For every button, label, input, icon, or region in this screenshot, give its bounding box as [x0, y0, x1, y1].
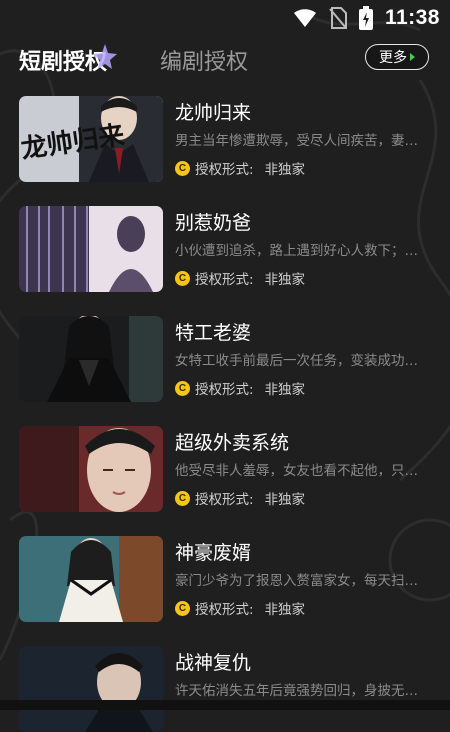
thumbnail-image [19, 646, 163, 732]
license-value: 非独家 [264, 272, 306, 288]
item-title: 特工老婆 [175, 322, 252, 344]
coin-icon: C [175, 160, 190, 176]
license-info: C 授权形式: 非独家 [175, 599, 306, 618]
item-description: 豪门少爷为了报恩入赘富家女，每天扫… [175, 573, 418, 589]
tab-bar: 短剧授权 编剧授权 更多 [0, 38, 450, 82]
license-label: 授权形式: [195, 492, 254, 508]
no-sim-icon [329, 7, 347, 29]
license-label: 授权形式: [195, 382, 254, 398]
coin-icon: C [175, 490, 190, 506]
list-item[interactable]: 特工老婆 女特工收手前最后一次任务，变装成功… C 授权形式: 非独家 [0, 316, 450, 402]
license-label: 授权形式: [195, 272, 254, 288]
license-value: 非独家 [264, 492, 306, 508]
tab-screenwriter-license[interactable]: 编剧授权 [160, 44, 248, 76]
list-item[interactable]: 神豪废婿 豪门少爷为了报恩入赘富家女，每天扫… C 授权形式: 非独家 [0, 536, 450, 622]
battery-charging-icon [358, 6, 373, 30]
status-bar: 11:38 [0, 0, 450, 36]
list-item[interactable]: 超级外卖系统 他受尽非人羞辱，女友也看不起他，只… C 授权形式: 非独家 [0, 426, 450, 512]
item-title: 超级外卖系统 [175, 432, 290, 454]
license-info: C 授权形式: 非独家 [175, 159, 306, 178]
license-info: C 授权形式: 非独家 [175, 269, 306, 288]
item-description: 小伙遭到追杀，路上遇到好心人救下；… [175, 243, 418, 259]
license-info: C 授权形式: 非独家 [175, 489, 306, 508]
license-label: 授权形式: [195, 602, 254, 618]
thumbnail-image: 龙帅归来 [19, 96, 163, 182]
item-title: 龙帅归来 [175, 102, 252, 124]
thumbnail-image [19, 426, 163, 512]
license-value: 非独家 [264, 382, 306, 398]
item-title: 神豪废婿 [175, 542, 252, 564]
bottom-nav-edge [0, 700, 450, 710]
license-value: 非独家 [264, 162, 306, 178]
item-description: 男主当年惨遭欺辱，受尽人间疾苦，妻… [175, 133, 418, 149]
more-button-label: 更多 [379, 50, 407, 66]
coin-icon: C [175, 600, 190, 616]
item-description: 他受尽非人羞辱，女友也看不起他，只… [175, 463, 418, 479]
list-item[interactable]: 龙帅归来 龙帅归来 男主当年惨遭欺辱，受尽人间疾苦，妻… C 授权形式: 非独家 [0, 96, 450, 182]
list-item[interactable]: 战神复仇 许天佑消失五年后竟强势回归，身披无… [0, 646, 450, 732]
thumbnail-image [19, 206, 163, 292]
item-description: 许天佑消失五年后竟强势回归，身披无… [175, 683, 418, 699]
status-time: 11:38 [384, 6, 440, 29]
license-value: 非独家 [264, 602, 306, 618]
sparkle-icon [93, 44, 117, 69]
thumbnail-image [19, 536, 163, 622]
license-label: 授权形式: [195, 162, 254, 178]
thumbnail-image [19, 316, 163, 402]
list-item[interactable]: 别惹奶爸 小伙遭到追杀，路上遇到好心人救下；… C 授权形式: 非独家 [0, 206, 450, 292]
item-description: 女特工收手前最后一次任务，变装成功… [175, 353, 418, 369]
more-button[interactable]: 更多 [365, 44, 429, 70]
item-title: 别惹奶爸 [175, 212, 252, 234]
item-title: 战神复仇 [175, 652, 252, 674]
license-info: C 授权形式: 非独家 [175, 379, 306, 398]
wifi-icon [293, 9, 316, 27]
coin-icon: C [175, 270, 190, 286]
play-arrow-icon [410, 53, 415, 61]
coin-icon: C [175, 380, 190, 396]
